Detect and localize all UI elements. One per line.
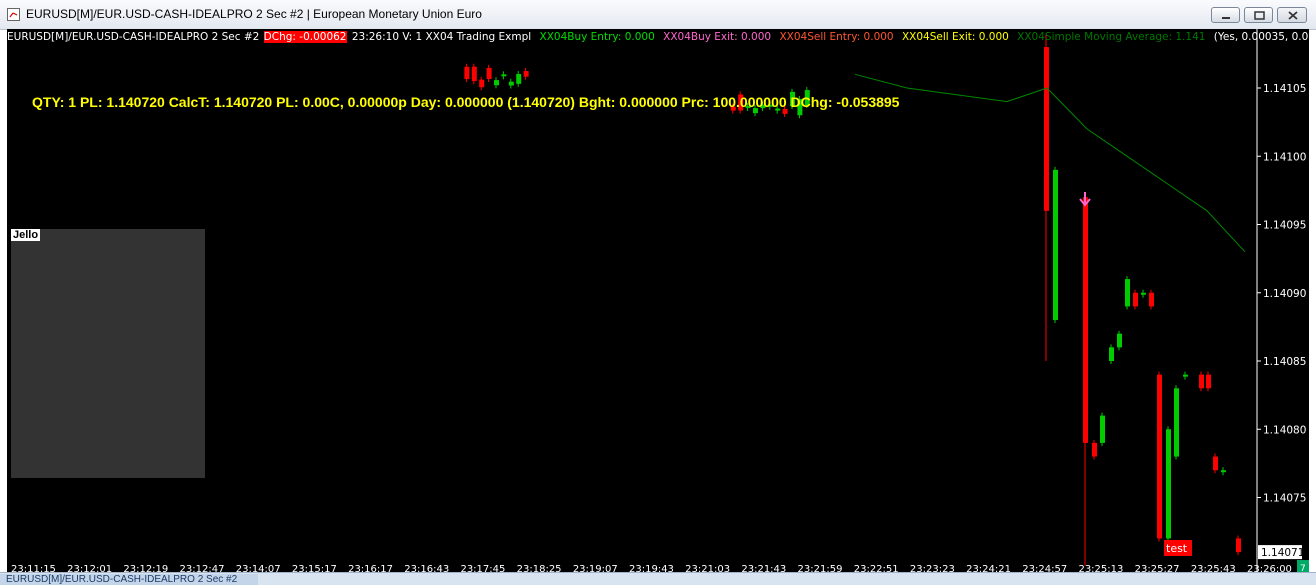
close-button[interactable] xyxy=(1277,7,1307,23)
taskbar-tab[interactable]: EURUSD[M]/EUR.USD-CASH-IDEALPRO 2 Sec #2 xyxy=(0,574,258,585)
y-tick-label: 1.14100 xyxy=(1263,151,1306,163)
candle-body xyxy=(508,81,514,86)
candle-body xyxy=(471,66,477,82)
x-tick-label: 23:12:19 xyxy=(123,564,168,572)
sell-signal-arrow xyxy=(1079,192,1091,207)
y-tick-label: 1.14080 xyxy=(1263,424,1306,436)
candle-body xyxy=(1213,456,1218,471)
x-tick-label: 23:14:07 xyxy=(236,564,281,572)
chart-area[interactable]: 1.14105 1.14100 1.14095 1.14090 1.14085 1.140… xyxy=(7,29,1309,572)
minimize-icon xyxy=(1222,17,1230,19)
taskbar: EURUSD[M]/EUR.USD-CASH-IDEALPRO 2 Sec #2 xyxy=(0,572,1316,585)
x-tick-label: 23:15:17 xyxy=(292,564,337,572)
current-price-label: 1.14071 xyxy=(1261,547,1304,559)
x-tick-label: 23:23:23 xyxy=(910,564,955,572)
chart-header: EURUSD[M]/EUR.USD-CASH-IDEALPRO 2 Sec #2… xyxy=(7,29,1313,46)
x-tick-label: 23:11:15 xyxy=(11,564,56,572)
candle-body xyxy=(1133,292,1138,307)
x-tick-label: 23:18:25 xyxy=(517,564,562,572)
candle-body xyxy=(1092,442,1097,457)
sma-label: XX04Simple Moving Average: 1.141 xyxy=(1017,31,1206,43)
title-bar: EURUSD[M]/EUR.USD-CASH-IDEALPRO 2 Sec #2… xyxy=(0,0,1316,30)
buy-entry-label: XX04Buy Entry: 0.000 xyxy=(539,31,655,43)
x-tick-label: 23:24:21 xyxy=(966,564,1011,572)
x-tick-label: 23:25:27 xyxy=(1135,564,1180,572)
candle-body xyxy=(464,66,470,80)
jello-panel[interactable]: Jello xyxy=(11,229,205,478)
candle-body xyxy=(1206,374,1211,389)
annotation-label: test xyxy=(1166,542,1188,555)
candle-body xyxy=(523,71,529,77)
app-icon xyxy=(7,8,20,21)
candle-body xyxy=(486,67,492,80)
x-tick-label: 23:16:17 xyxy=(348,564,393,572)
symbol-label: EURUSD[M]/EUR.USD-CASH-IDEALPRO 2 Sec #2 xyxy=(7,31,260,43)
candle-body xyxy=(1236,538,1241,553)
candle-body xyxy=(1174,388,1179,457)
x-tick-label: 23:17:45 xyxy=(460,564,505,572)
maximize-button[interactable] xyxy=(1244,7,1273,23)
window-title: EURUSD[M]/EUR.USD-CASH-IDEALPRO 2 Sec #2… xyxy=(26,7,482,21)
sell-entry-label: XX04Sell Entry: 0.000 xyxy=(779,31,894,43)
x-tick-label: 23:19:43 xyxy=(629,564,674,572)
jello-label: Jello xyxy=(11,229,41,241)
y-tick-label: 1.14075 xyxy=(1263,493,1306,505)
candle-body xyxy=(1100,415,1105,443)
candle-body xyxy=(516,74,522,84)
buy-exit-label: XX04Buy Exit: 0.000 xyxy=(663,31,772,43)
x-tick-label: 23:24:57 xyxy=(1022,564,1067,572)
candle-body xyxy=(1109,347,1114,361)
candle-body xyxy=(479,79,485,88)
position-info: QTY: 1 PL: 1.140720 CalcT: 1.140720 PL: … xyxy=(32,94,900,110)
candle-body xyxy=(1053,169,1058,321)
candle-body xyxy=(1149,292,1154,307)
x-tick-label: 23:21:43 xyxy=(741,564,786,572)
dchg-badge: DChg: -0.00062 xyxy=(263,31,347,43)
candle-body xyxy=(1166,429,1171,539)
candle-body xyxy=(1125,279,1130,307)
extra-label: (Yes, 0.00035, 0.0 xyxy=(1213,31,1309,43)
sma-line xyxy=(854,73,1246,253)
x-tick-label: 23:21:03 xyxy=(685,564,730,572)
x-tick-label: 23:26:00 xyxy=(1247,564,1292,572)
x-tick-label: 23:21:59 xyxy=(798,564,843,572)
x-tick-label: 23:12:47 xyxy=(180,564,225,572)
candle-body xyxy=(1221,470,1226,473)
x-tick-label: 23:25:43 xyxy=(1191,564,1236,572)
candle-body xyxy=(1183,374,1188,377)
y-tick-label: 1.14095 xyxy=(1263,220,1306,232)
y-tick-label: 1.14090 xyxy=(1263,288,1306,300)
x-tick-label: 23:12:01 xyxy=(67,564,112,572)
scale-corner-label: 7 xyxy=(1300,564,1306,572)
sell-exit-label: XX04Sell Exit: 0.000 xyxy=(901,31,1009,43)
x-tick-label: 23:16:43 xyxy=(404,564,449,572)
candle-body xyxy=(494,80,499,86)
candle-body xyxy=(501,74,507,77)
time-volume-label: 23:26:10 V: 1 XX04 Trading Exmpl xyxy=(351,31,532,43)
candle-body xyxy=(1117,333,1122,348)
x-tick-label: 23:19:07 xyxy=(573,564,618,572)
maximize-icon xyxy=(1254,11,1265,20)
candle-body xyxy=(1141,292,1146,295)
x-tick-label: 23:22:51 xyxy=(854,564,899,572)
candle-body xyxy=(1157,374,1162,539)
y-tick-label: 1.14105 xyxy=(1263,83,1306,95)
minimize-button[interactable] xyxy=(1211,7,1240,23)
y-tick-label: 1.14085 xyxy=(1263,356,1306,368)
close-icon xyxy=(1288,11,1298,20)
candle-body xyxy=(1199,374,1204,389)
